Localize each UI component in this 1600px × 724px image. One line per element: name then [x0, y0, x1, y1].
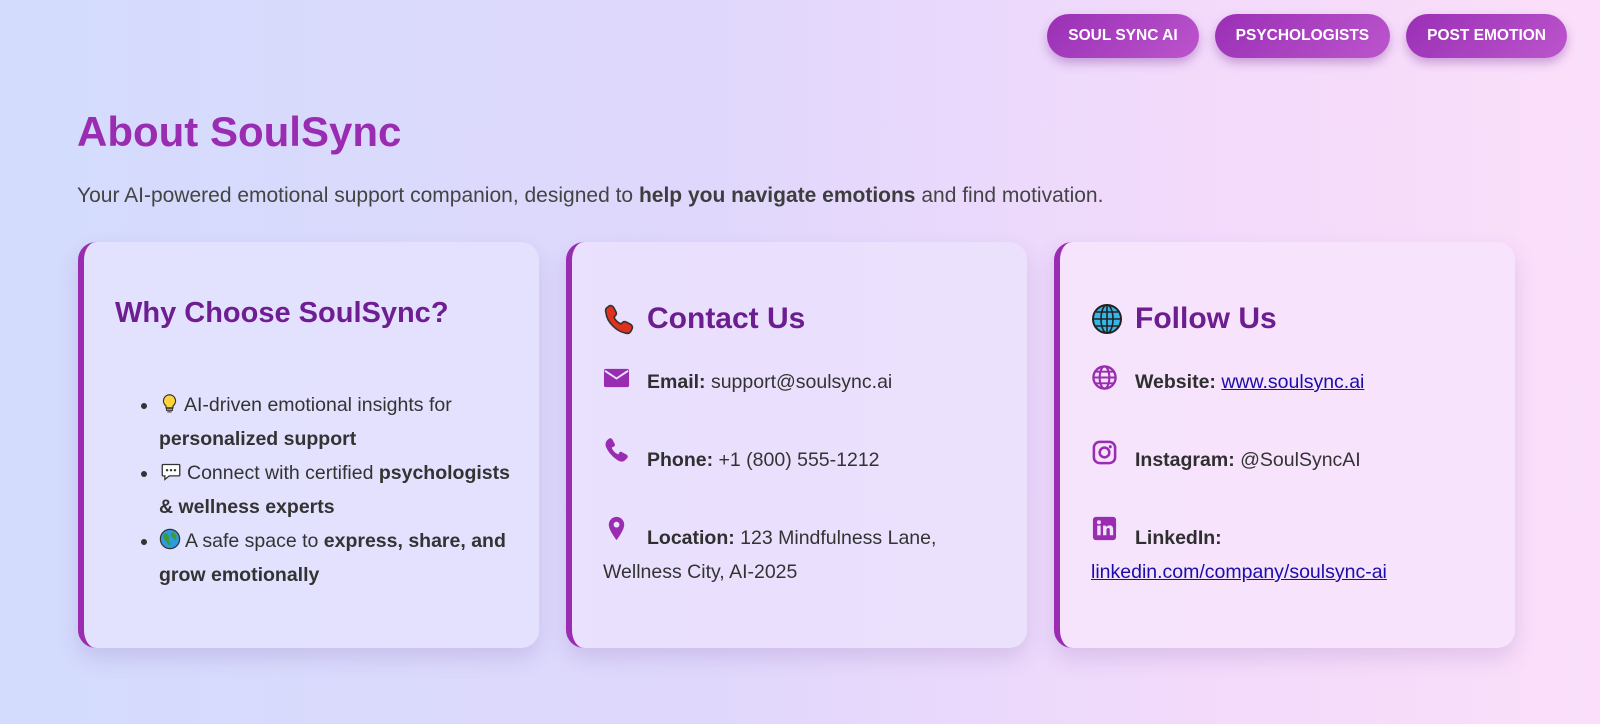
top-nav: SOUL SYNC AI PSYCHOLOGISTS POST EMOTION [1047, 14, 1567, 58]
nav-button-psychologists[interactable]: PSYCHOLOGISTS [1214, 14, 1391, 58]
globe-icon [1092, 304, 1122, 334]
follow-card: Follow Us Website: www.soulsync.ai Insta… [1054, 242, 1515, 648]
telephone-icon [604, 304, 634, 335]
instagram-label: Instagram: [1135, 449, 1235, 471]
contact-phone-row: Phone: +1 (800) 555-1212 [603, 438, 1003, 477]
email-label: Email: [647, 371, 706, 393]
website-label: Website: [1135, 371, 1216, 393]
envelope-icon [603, 368, 630, 388]
why-item-bold: personalized support [159, 428, 357, 450]
location-label: Location: [647, 527, 735, 549]
linkedin-icon [1092, 516, 1117, 541]
phone-label: Phone: [647, 449, 714, 471]
nav-button-post-emotion[interactable]: POST EMOTION [1406, 14, 1567, 58]
subtitle-text-end: and find motivation. [915, 184, 1104, 207]
follow-title-text: Follow Us [1135, 302, 1277, 335]
why-choose-card: Why Choose SoulSync? AI-driven emotional… [78, 242, 539, 648]
list-item: Connect with certified psychologists & w… [159, 456, 519, 524]
contact-title: Contact Us [603, 302, 805, 336]
nav-button-soul-sync-ai[interactable]: SOUL SYNC AI [1047, 14, 1199, 58]
speech-bubble-icon [161, 463, 181, 481]
follow-website-row: Website: www.soulsync.ai [1091, 365, 1491, 399]
website-link[interactable]: www.soulsync.ai [1221, 371, 1364, 393]
contact-card: Contact Us Email: support@soulsync.ai Ph… [566, 242, 1027, 648]
contact-location-row: Location: 123 Mindfulness Lane, Wellness… [603, 516, 1003, 589]
subtitle-text-start: Your AI-powered emotional support compan… [77, 184, 639, 207]
contact-email-row: Email: support@soulsync.ai [603, 365, 1003, 399]
why-item-text: A safe space to [185, 530, 324, 552]
list-item: AI-driven emotional insights for persona… [159, 388, 519, 456]
why-item-text: Connect with certified [187, 462, 379, 484]
linkedin-label: LinkedIn: [1135, 527, 1222, 549]
phone-icon [605, 438, 628, 462]
list-item: A safe space to express, share, and grow… [159, 524, 519, 592]
linkedin-link[interactable]: linkedin.com/company/soulsync-ai [1091, 555, 1491, 589]
why-item-text: AI-driven emotional insights for [184, 394, 452, 416]
why-choose-title: Why Choose SoulSync? [115, 297, 449, 329]
contact-title-text: Contact Us [647, 302, 806, 335]
subtitle-highlight: help you navigate emotions [638, 184, 916, 207]
email-value[interactable]: support@soulsync.ai [711, 371, 892, 393]
instagram-value[interactable]: @SoulSyncAI [1240, 449, 1361, 471]
follow-linkedin-row: LinkedIn: linkedin.com/company/soulsync-… [1091, 516, 1491, 589]
follow-instagram-row: Instagram: @SoulSyncAI [1091, 440, 1491, 477]
instagram-icon [1092, 440, 1117, 465]
why-choose-list: AI-driven emotional insights for persona… [126, 388, 519, 592]
location-pin-icon [608, 516, 625, 541]
page-subtitle: Your AI-powered emotional support compan… [77, 184, 1103, 208]
phone-value[interactable]: +1 (800) 555-1212 [719, 449, 880, 471]
lightbulb-icon [162, 394, 177, 413]
website-globe-icon [1092, 365, 1117, 390]
globe-emoji-icon [159, 528, 181, 550]
follow-title: Follow Us [1091, 302, 1277, 336]
page-title: About SoulSync [77, 108, 402, 155]
